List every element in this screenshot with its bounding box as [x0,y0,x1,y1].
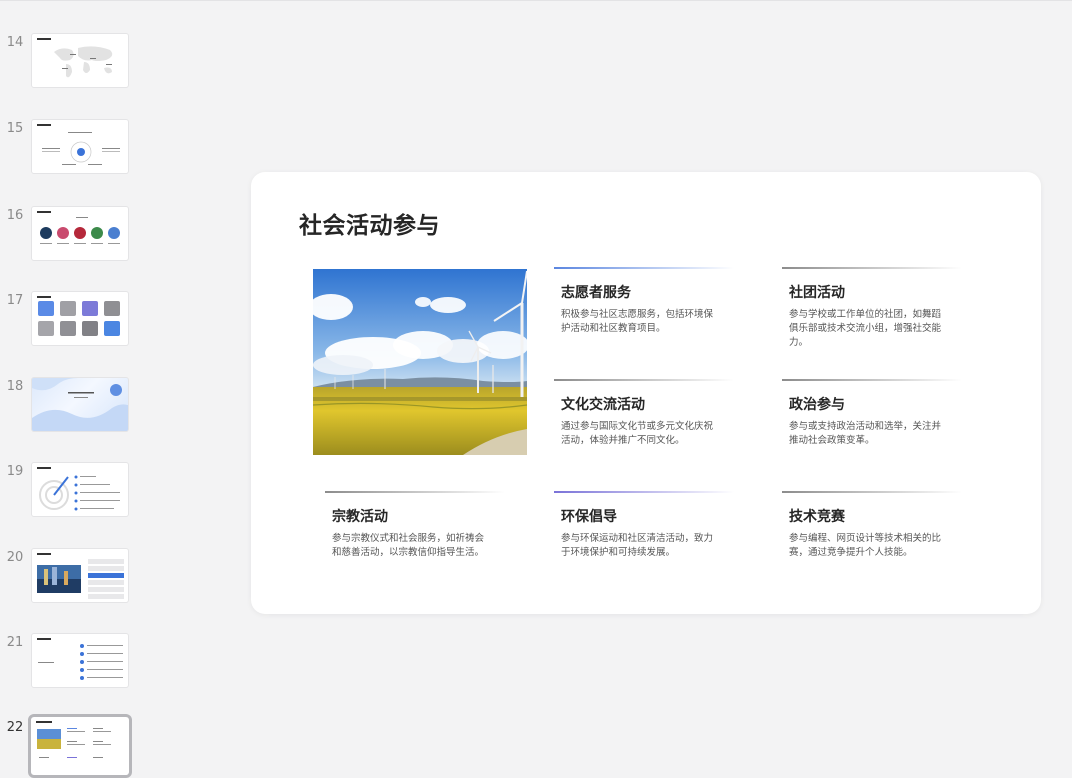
city-and-list-preview [37,559,124,599]
thumbnail-number: 20 [6,550,24,565]
card-accent-line [782,379,962,381]
thumbnail-preview[interactable] [31,119,129,174]
slide-title[interactable]: 社会活动参与 [299,206,440,240]
thumbnail-number: 17 [6,293,24,308]
slide-thumbnail-22[interactable]: 22 [0,714,140,778]
card-description: 参与宗教仪式和社会服务，如祈祷会和慈善活动，以宗教信仰指导生活。 [332,533,485,558]
slide-thumbnail-14[interactable]: 14 [0,33,140,93]
timeline-list-preview [38,644,123,680]
card-title: 宗教活动 [332,509,388,525]
slide-thumbnail-15[interactable]: 15 [0,119,140,179]
slide-thumbnail-panel: 14 15 16 17 18 19 20 21 22 [0,0,140,778]
slide-thumbnail-20[interactable]: 20 [0,548,140,608]
thumbnail-number: 19 [6,464,24,479]
slide-thumbnail-16[interactable]: 16 [0,206,140,266]
thumbnail-preview[interactable] [31,291,129,346]
slide-canvas[interactable]: 社会活动参与 志愿者服务 积极参与社区志愿服务，包括环境保护活动和社区教育项目。… [251,172,1041,614]
cycle-diagram-preview [42,132,120,165]
thumbnail-preview-selected[interactable] [28,714,132,778]
slide-thumbnail-21[interactable]: 21 [0,633,140,693]
icon-row-preview [40,217,120,244]
card-accent-line [554,379,734,381]
thumbnail-preview[interactable] [31,33,129,88]
card-accent-line [782,267,962,269]
thumbnail-number: 21 [6,635,24,650]
wind-turbine-field-photo[interactable] [313,269,527,455]
card-description: 积极参与社区志愿服务，包括环境保护活动和社区教育项目。 [561,309,714,334]
card-accent-line [554,491,734,493]
thumbnail-preview[interactable] [31,462,129,517]
thumbnail-preview[interactable] [31,548,129,603]
card-title: 环保倡导 [561,509,617,525]
card-description: 参与环保运动和社区清洁活动，致力于环境保护和可持续发展。 [561,533,714,558]
card-description: 参与编程、网页设计等技术相关的比赛，通过竞争提升个人技能。 [789,533,942,558]
section-cover-preview [32,378,128,431]
thumbnail-number: 18 [6,379,24,394]
thumbnail-preview[interactable] [31,633,129,688]
tile-grid-preview [38,301,120,336]
card-title: 社团活动 [789,285,845,301]
target-diagram-preview [39,475,120,511]
card-accent-line [782,491,962,493]
card-title: 志愿者服务 [561,285,631,301]
thumbnail-number: 22 [6,720,24,735]
card-title: 文化交流活动 [561,397,645,413]
world-map-preview [54,46,113,78]
thumbnail-number: 14 [6,35,24,50]
top-divider [0,0,1072,1]
card-description: 通过参与国际文化节或多元文化庆祝活动，体验并推广不同文化。 [561,421,714,446]
thumbnail-number: 15 [6,121,24,136]
card-title: 技术竞赛 [789,509,845,525]
slide-thumbnail-19[interactable]: 19 [0,462,140,522]
thumbnail-number: 16 [6,208,24,223]
thumbnail-preview[interactable] [31,377,129,432]
card-description: 参与学校或工作单位的社团，如舞蹈俱乐部或技术交流小组，增强社交能力。 [789,309,942,348]
slide-thumbnail-18[interactable]: 18 [0,377,140,437]
slide-thumbnail-17[interactable]: 17 [0,291,140,351]
card-title: 政治参与 [789,397,845,413]
card-description: 参与或支持政治活动和选举，关注并推动社会政策变革。 [789,421,942,446]
card-accent-line [554,267,734,269]
current-slide-preview [37,728,111,758]
thumbnail-preview[interactable] [31,206,129,261]
card-accent-line [325,491,505,493]
